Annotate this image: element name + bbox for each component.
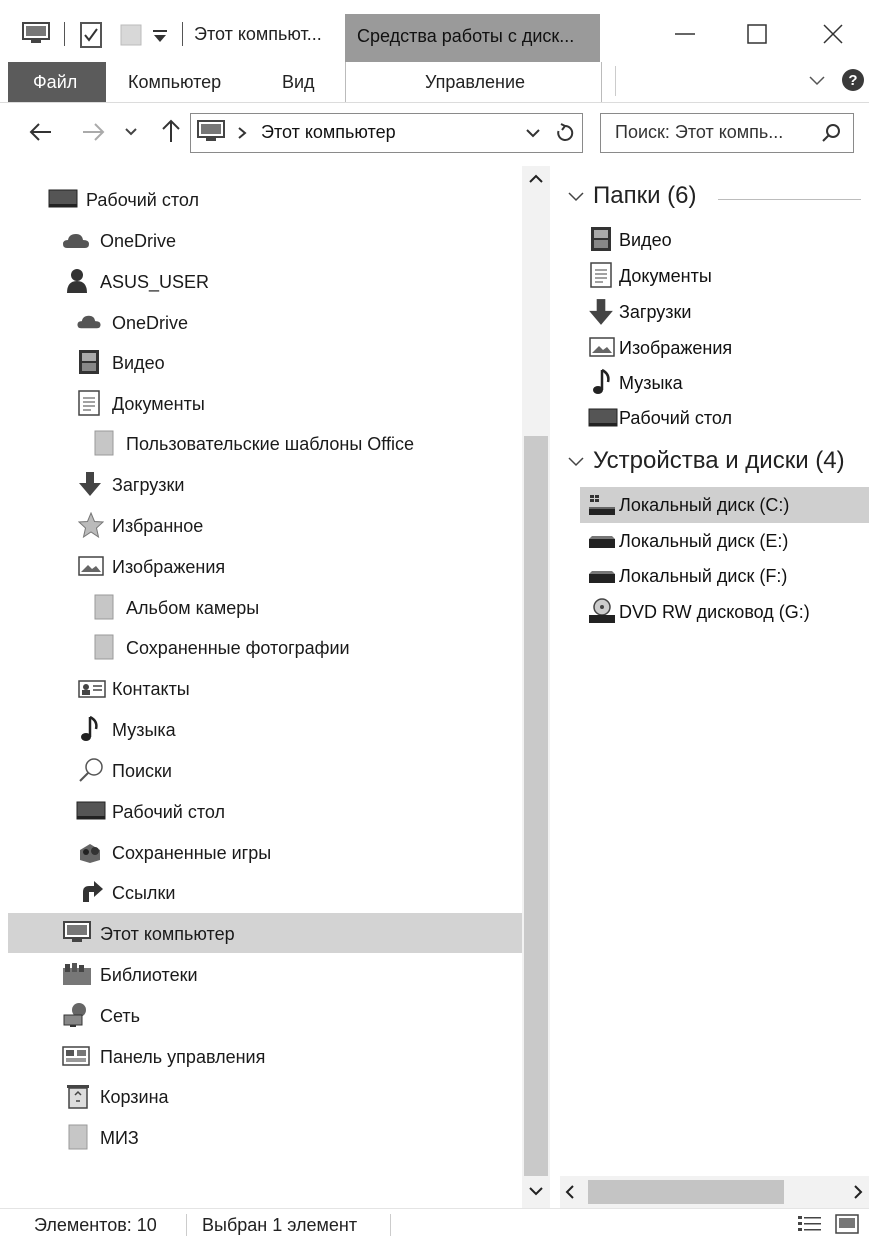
drive-icon bbox=[588, 570, 616, 584]
games-icon bbox=[76, 840, 104, 864]
minimize-button[interactable] bbox=[655, 14, 715, 54]
context-tab-label: Средства работы с диск... bbox=[357, 26, 575, 46]
close-button[interactable] bbox=[803, 14, 863, 54]
address-bar[interactable]: Этот компьютер bbox=[190, 113, 548, 153]
tab-computer[interactable]: Компьютер bbox=[128, 72, 221, 93]
system-drive-icon bbox=[588, 493, 616, 517]
status-divider bbox=[390, 1214, 391, 1236]
up-icon[interactable] bbox=[159, 118, 183, 144]
customize-toolbar-icon[interactable] bbox=[152, 28, 168, 44]
music-icon bbox=[592, 368, 612, 396]
computer-icon[interactable] bbox=[22, 22, 50, 46]
tab-manage[interactable]: Управление bbox=[425, 72, 525, 93]
pictures-icon bbox=[588, 337, 616, 357]
user-icon bbox=[66, 268, 88, 294]
status-item-count: Элементов: 10 bbox=[34, 1215, 157, 1235]
computer-icon bbox=[197, 120, 225, 144]
folders-group-header[interactable]: Папки (6) bbox=[593, 182, 697, 210]
maximize-button[interactable] bbox=[727, 14, 787, 54]
contacts-icon bbox=[78, 680, 106, 698]
status-selection: Выбран 1 элемент bbox=[202, 1215, 358, 1235]
navigation-scrollbar-thumb[interactable] bbox=[524, 436, 548, 1176]
folder-icon bbox=[94, 430, 114, 456]
tab-file[interactable]: Файл bbox=[8, 62, 106, 102]
search-icon[interactable] bbox=[821, 123, 841, 143]
cloud-icon bbox=[76, 314, 102, 330]
breadcrumb-chevron-icon[interactable] bbox=[237, 126, 247, 140]
devices-group-header[interactable]: Устройства и диски (4) bbox=[593, 447, 845, 475]
status-divider bbox=[186, 1214, 187, 1236]
network-icon bbox=[62, 1002, 92, 1028]
link-icon bbox=[80, 880, 104, 904]
video-icon bbox=[78, 349, 100, 375]
document-icon bbox=[78, 390, 100, 416]
back-icon[interactable] bbox=[28, 120, 54, 144]
search-placeholder: Поиск: Этот компь... bbox=[615, 122, 784, 142]
folders-group-divider bbox=[718, 199, 861, 200]
pictures-icon bbox=[78, 556, 104, 576]
star-icon bbox=[78, 512, 104, 538]
music-icon bbox=[80, 715, 100, 743]
folder-icon bbox=[94, 634, 114, 660]
details-view-icon[interactable] bbox=[797, 1214, 823, 1234]
help-icon[interactable]: ? bbox=[841, 68, 865, 92]
recent-locations-icon[interactable] bbox=[124, 126, 138, 138]
video-icon bbox=[590, 226, 612, 252]
scroll-down-icon[interactable] bbox=[527, 1184, 545, 1198]
collapse-group-icon[interactable] bbox=[566, 190, 586, 204]
scroll-up-icon[interactable] bbox=[527, 172, 545, 186]
folder-icon bbox=[68, 1124, 88, 1150]
large-icons-view-icon[interactable] bbox=[835, 1214, 859, 1234]
title-bar: Этот компьют... Средства работы с диск..… bbox=[0, 0, 869, 62]
address-dropdown-icon[interactable] bbox=[525, 127, 541, 139]
desktop-icon bbox=[76, 801, 106, 821]
document-icon bbox=[590, 262, 612, 288]
new-folder-icon[interactable] bbox=[120, 24, 142, 46]
context-tab-drive-tools[interactable]: Средства работы с диск... bbox=[345, 14, 600, 62]
ribbon-divider bbox=[615, 66, 616, 96]
computer-icon bbox=[62, 921, 92, 945]
content-scrollbar-thumb[interactable] bbox=[588, 1180, 784, 1204]
search-input[interactable]: Поиск: Этот компь... bbox=[600, 113, 854, 153]
dvd-drive-icon bbox=[588, 598, 616, 624]
forward-icon[interactable] bbox=[80, 120, 106, 144]
control-panel-icon bbox=[62, 1046, 90, 1066]
properties-icon[interactable] bbox=[80, 22, 102, 48]
scroll-right-icon[interactable] bbox=[851, 1183, 865, 1201]
svg-text:?: ? bbox=[848, 72, 857, 89]
cloud-icon bbox=[62, 232, 90, 250]
scroll-left-icon[interactable] bbox=[563, 1183, 577, 1201]
window-title: Этот компьют... bbox=[194, 24, 322, 44]
desktop-icon bbox=[588, 408, 618, 428]
download-icon bbox=[588, 298, 614, 326]
libraries-icon bbox=[62, 962, 92, 986]
breadcrumb[interactable]: Этот компьютер bbox=[261, 122, 396, 143]
drive-icon bbox=[588, 535, 616, 549]
recycle-bin-icon bbox=[66, 1083, 90, 1109]
tab-view[interactable]: Вид bbox=[282, 72, 315, 93]
search-icon bbox=[78, 757, 104, 783]
download-icon bbox=[78, 471, 102, 497]
refresh-icon bbox=[555, 123, 575, 143]
expand-ribbon-icon[interactable] bbox=[808, 74, 826, 88]
folder-icon bbox=[94, 594, 114, 620]
desktop-icon bbox=[48, 189, 78, 209]
refresh-button[interactable] bbox=[546, 113, 583, 153]
collapse-group-icon[interactable] bbox=[566, 455, 586, 469]
